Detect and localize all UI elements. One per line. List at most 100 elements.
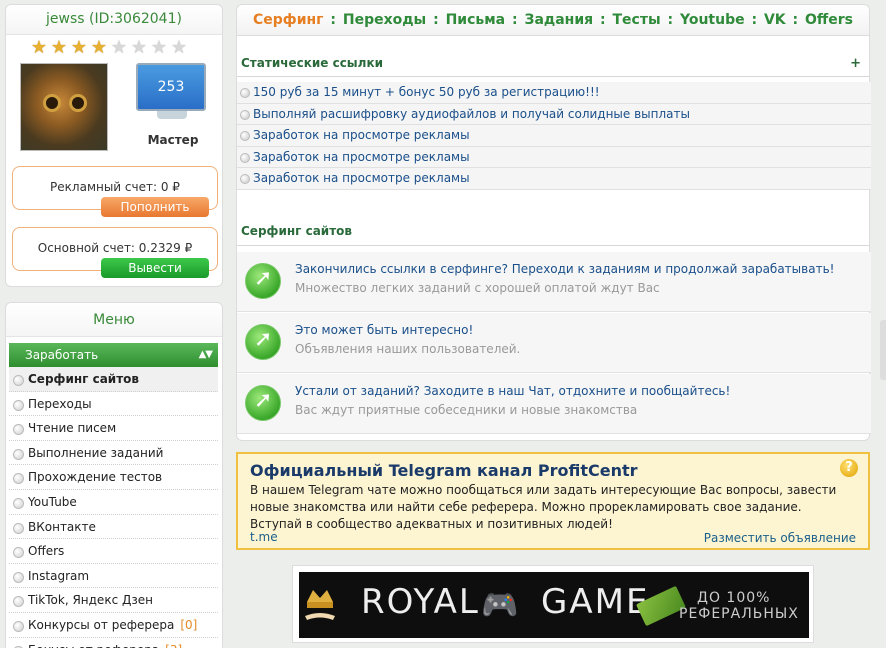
menu-item[interactable]: Бонусы от реферера [3] — [9, 638, 218, 648]
arrow-go-icon[interactable] — [245, 263, 281, 299]
star-icon: ★ — [110, 37, 128, 58]
reputation-monitor-icon: 253 — [136, 63, 208, 125]
telegram-title[interactable]: Официальный Telegram канал ProfitCentr — [250, 461, 638, 480]
star-icon: ★ — [150, 37, 168, 58]
banner-word-royal: ROYAL — [361, 582, 480, 622]
avatar[interactable] — [20, 63, 108, 151]
menu-item-count: [0] — [180, 617, 198, 632]
menu-item-label: Выполнение заданий — [28, 445, 164, 460]
static-link[interactable]: 150 руб за 15 минут + бонус 50 руб за ре… — [237, 82, 871, 104]
star-icon: ★ — [50, 37, 68, 58]
top-up-button[interactable]: Пополнить — [101, 197, 209, 217]
menu-item-label: Бонусы от реферера — [28, 643, 159, 648]
surfing-row-title[interactable]: Это может быть интересно! — [295, 323, 473, 337]
avatar-eye — [43, 94, 61, 112]
nav-separator: : — [600, 12, 606, 28]
banner-word-game: GAME — [541, 582, 650, 622]
nav-item[interactable]: Задания — [525, 12, 594, 28]
menu-item[interactable]: Серфинг сайтов — [9, 367, 218, 392]
banner-ref-line1: ДО 100% — [697, 590, 771, 606]
surfing-row[interactable]: Устали от заданий? Заходите в наш Чат, о… — [237, 374, 871, 434]
surfing-row-title[interactable]: Устали от заданий? Заходите в наш Чат, о… — [295, 384, 730, 398]
divider — [237, 245, 869, 246]
withdraw-button[interactable]: Вывести — [101, 258, 209, 278]
star-icon: ★ — [170, 37, 188, 58]
menu-item-label: Offers — [28, 544, 65, 559]
gamepad-icon: 🎮 — [481, 588, 519, 623]
menu-item[interactable]: Переходы — [9, 392, 218, 417]
avatar-eye — [69, 94, 87, 112]
nav-item[interactable]: VK — [764, 12, 786, 28]
star-icon: ★ — [130, 37, 148, 58]
surfing-row-subtitle: Объявления наших пользователей. — [295, 342, 521, 356]
top-nav: Серфинг : Переходы : Письма : Задания : … — [236, 4, 870, 36]
place-ad-link[interactable]: Разместить объявление — [704, 531, 856, 545]
reputation-value: 253 — [136, 63, 206, 111]
banner-ref-line2: РЕФЕРАЛЬНЫХ — [679, 606, 799, 622]
nav-separator: : — [512, 12, 518, 28]
menu-item[interactable]: Instagram — [9, 564, 218, 589]
royal-game-banner[interactable]: ROYAL 🎮 GAME ДО 100% РЕФЕРАЛЬНЫХ — [299, 572, 809, 638]
static-link[interactable]: Выполняй расшифровку аудиофайлов и получ… — [237, 103, 871, 125]
menu-item[interactable]: ВКонтакте — [9, 515, 218, 540]
surfing-row-subtitle: Множество легких заданий с хорошей оплат… — [295, 281, 660, 295]
menu-item[interactable]: YouTube — [9, 490, 218, 515]
menu-item-label: Instagram — [28, 568, 90, 583]
main-account: Основной счет: 0.2329 ₽ Вывести — [12, 227, 218, 278]
main-content: Статические ссылки + 150 руб за 15 минут… — [236, 36, 871, 441]
user-panel: jewss (ID:3062041) ★ ★ ★ ★ ★ ★ ★ ★ 253 Мастер Р… — [5, 4, 223, 287]
menu-item-label: TikTok, Яндекс Дзен — [28, 593, 153, 608]
static-link[interactable]: Заработок на просмотре рекламы — [237, 125, 871, 147]
surfing-row[interactable]: Закончились ссылки в серфинге? Переходи … — [237, 252, 871, 312]
nav-separator: : — [433, 12, 439, 28]
menu-item-label: Чтение писем — [28, 421, 117, 436]
banner-frame: ROYAL 🎮 GAME ДО 100% РЕФЕРАЛЬНЫХ — [292, 565, 814, 643]
user-name[interactable]: jewss (ID:3062041) — [6, 5, 222, 35]
menu-list: Серфинг сайтов Переходы Чтение писем Выполн… — [9, 367, 218, 648]
static-links-title: Статические ссылки — [241, 56, 384, 70]
menu-item[interactable]: Offers — [9, 539, 218, 564]
nav-item[interactable]: Offers — [805, 12, 853, 28]
static-links-list: 150 руб за 15 минут + бонус 50 руб за ре… — [237, 82, 871, 190]
nav-item[interactable]: Серфинг — [253, 12, 323, 28]
nav-item[interactable]: Youtube — [680, 12, 745, 28]
nav-item[interactable]: Переходы — [343, 12, 426, 28]
menu-item[interactable]: Выполнение заданий — [9, 441, 218, 466]
menu-panel: Меню Заработать ▲▼ Серфинг сайтов Переход… — [5, 302, 223, 648]
collapse-arrows-icon[interactable]: ▲▼ — [199, 343, 213, 367]
nav-item[interactable]: Письма — [446, 12, 506, 28]
side-scroll-handle[interactable] — [880, 320, 886, 380]
arrow-go-icon[interactable] — [245, 385, 281, 421]
star-icon: ★ — [90, 37, 108, 58]
surfing-row[interactable]: Это может быть интересно! Объявления наши… — [237, 313, 871, 373]
telegram-announcement: Официальный Telegram канал ProfitCentr ?… — [236, 452, 870, 550]
surfing-title: Серфинг сайтов — [241, 224, 352, 238]
divider — [237, 76, 869, 77]
menu-item-label: Переходы — [28, 396, 92, 411]
menu-item[interactable]: Чтение писем — [9, 416, 218, 441]
static-link[interactable]: Заработок на просмотре рекламы — [237, 168, 871, 190]
ad-account-label: Рекламный счет: 0 ₽ — [50, 180, 180, 194]
menu-section-earn[interactable]: Заработать ▲▼ — [9, 343, 218, 367]
star-icon: ★ — [70, 37, 88, 58]
expand-plus-icon[interactable]: + — [850, 56, 861, 71]
menu-item[interactable]: Прохождение тестов — [9, 465, 218, 490]
static-link[interactable]: Заработок на просмотре рекламы — [237, 146, 871, 168]
ad-account: Рекламный счет: 0 ₽ Пополнить — [12, 166, 218, 217]
help-icon[interactable]: ? — [840, 459, 858, 477]
menu-title: Меню — [6, 303, 222, 337]
telegram-link[interactable]: t.me — [250, 530, 278, 544]
star-icon: ★ — [30, 37, 48, 58]
rating-stars: ★ ★ ★ ★ ★ ★ ★ ★ — [30, 39, 188, 57]
surfing-row-subtitle: Вас ждут приятные собеседники и новые зн… — [295, 403, 638, 417]
arrow-go-icon[interactable] — [245, 324, 281, 360]
menu-item[interactable]: TikTok, Яндекс Дзен — [9, 588, 218, 613]
menu-item-label: Прохождение тестов — [28, 470, 163, 485]
monitor-stand — [157, 111, 187, 119]
menu-item[interactable]: Конкурсы от реферера [0] — [9, 613, 218, 638]
nav-item[interactable]: Тесты — [612, 12, 660, 28]
menu-item-label: Конкурсы от реферера — [28, 617, 175, 632]
telegram-text: В нашем Telegram чате можно пообщаться и… — [250, 483, 837, 531]
nav-separator: : — [330, 12, 336, 28]
surfing-row-title[interactable]: Закончились ссылки в серфинге? Переходи … — [295, 262, 834, 276]
